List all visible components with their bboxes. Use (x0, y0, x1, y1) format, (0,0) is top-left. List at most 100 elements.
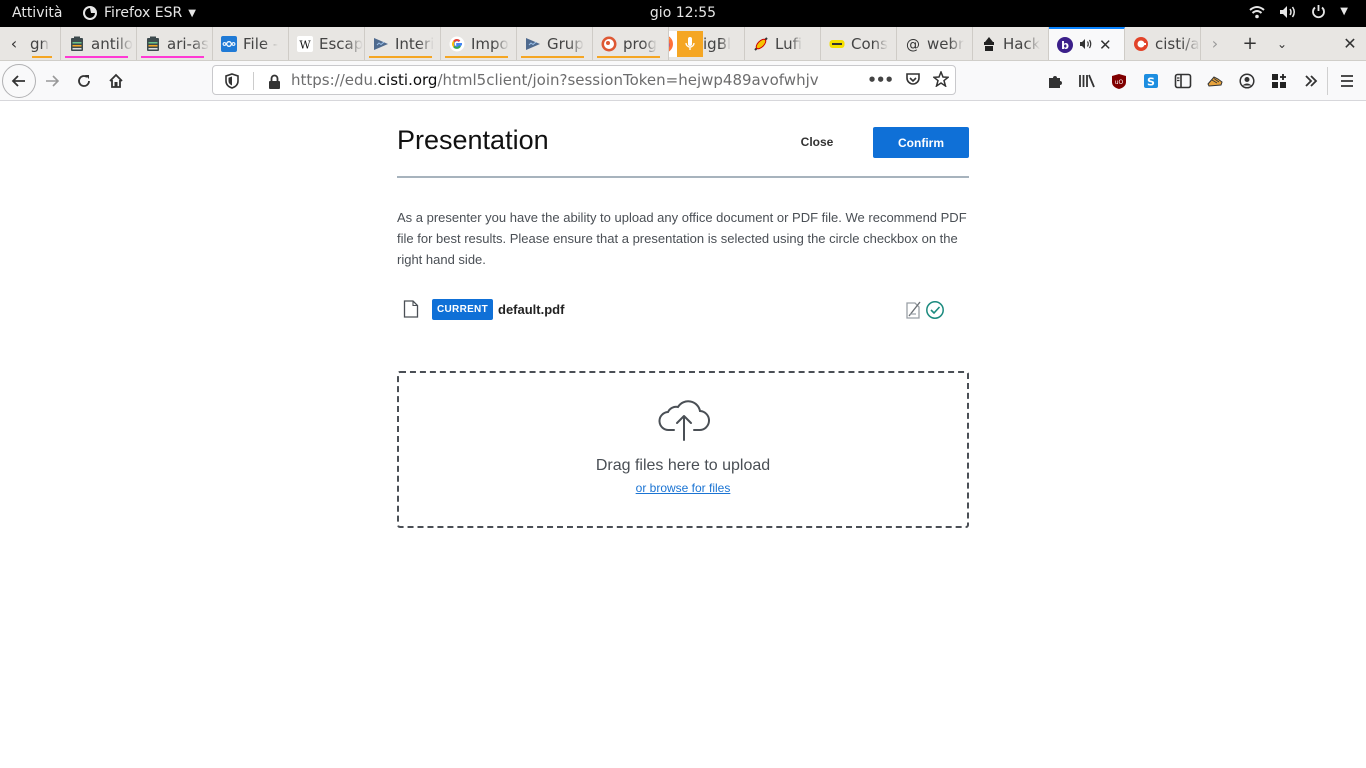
tab-indicator-line (141, 56, 204, 58)
reload-icon (78, 74, 90, 87)
tab-indicator-line (369, 56, 432, 58)
tab-label: cisti/a (1155, 34, 1200, 53)
W-favicon-icon: W (297, 35, 313, 52)
dialog-title: Presentation (397, 125, 549, 155)
duckduckgo-favicon-icon (601, 36, 617, 52)
app-menu-button[interactable] (1328, 65, 1366, 97)
svg-text:uO: uO (1115, 79, 1124, 86)
page-actions-menu-icon[interactable]: ••• (867, 71, 894, 89)
tab[interactable]: antilo (61, 27, 137, 60)
tab-label: Escap (319, 34, 364, 53)
tab-indicator-line (521, 56, 584, 58)
double-chevron-right-icon (1305, 75, 1318, 87)
hamburger-menu-icon (1341, 75, 1353, 87)
lock-icon[interactable] (268, 74, 281, 89)
gitlab-favicon-icon (1133, 36, 1149, 52)
library-button[interactable] (1071, 65, 1103, 97)
svg-text:b: b (1061, 39, 1069, 52)
wifi-icon (1249, 5, 1265, 18)
forward-button[interactable] (36, 65, 68, 97)
tab-label: File - (243, 34, 279, 53)
system-top-bar: Attività Firefox ESR ▼ gio 12:55 ▼ (0, 0, 1366, 27)
reload-button[interactable] (68, 65, 100, 97)
extension-shoe-button[interactable] (1199, 65, 1231, 97)
tab-label: prog (623, 34, 658, 53)
tab[interactable]: @ webr (897, 27, 973, 60)
notes-favicon-icon (145, 36, 161, 52)
new-tab-button[interactable]: + (1234, 33, 1266, 54)
tab-label: Impo (471, 34, 509, 53)
list-all-tabs-button[interactable]: ⌄ (1266, 37, 1298, 51)
file-dropzone[interactable]: Drag files here to upload or browse for … (397, 371, 969, 528)
tab[interactable]: prog (593, 27, 669, 60)
s-extension-icon: S (1144, 74, 1158, 89)
presentation-file-item: CURRENT default.pdf (397, 296, 969, 322)
close-window-button[interactable]: ✕ (1334, 34, 1366, 53)
activities-button[interactable]: Attività (12, 5, 62, 21)
tab[interactable]: Cons (821, 27, 897, 60)
tab-indicator-line (65, 56, 128, 58)
s-extension-button[interactable]: S (1135, 65, 1167, 97)
tab[interactable]: Grup (517, 27, 593, 60)
file-name: default.pdf (498, 301, 565, 317)
close-tab-icon[interactable]: ✕ (1099, 36, 1112, 54)
jitsi-favicon-icon (373, 36, 389, 52)
home-icon (109, 73, 123, 88)
browse-files-link[interactable]: or browse for files (636, 481, 731, 495)
file-icon (403, 300, 419, 318)
ublock-origin-button[interactable]: uO (1103, 65, 1135, 97)
tracking-protection-shield-icon[interactable] (225, 73, 239, 89)
tab[interactable]: Interi (365, 27, 441, 60)
url-text[interactable]: https://edu.cisti.org/html5client/join?s… (291, 71, 819, 89)
dialog-header: Presentation Close Confirm (397, 101, 969, 178)
tab[interactable]: Hack (973, 27, 1049, 60)
sidebar-button[interactable] (1167, 65, 1199, 97)
current-badge: CURRENT (432, 298, 493, 320)
bookmark-star-icon[interactable] (933, 71, 949, 87)
navigation-toolbar: https://edu.cisti.org/html5client/join?s… (0, 61, 1366, 101)
confirm-button[interactable]: Confirm (873, 127, 969, 158)
microphone-sharing-icon[interactable] (677, 30, 703, 57)
back-button[interactable] (2, 63, 36, 98)
grid-plus-icon (1272, 74, 1286, 88)
scroll-tabs-right-button[interactable]: › (1201, 27, 1229, 60)
tab-active[interactable]: b ✕ (1049, 27, 1125, 60)
tab[interactable]: ari-as (137, 27, 213, 60)
account-icon (1239, 73, 1255, 89)
overflow-menu-button[interactable] (1295, 65, 1327, 97)
ublock-shield-icon: uO (1112, 73, 1126, 89)
tab[interactable]: igBl (669, 27, 745, 60)
select-presentation-check-icon[interactable] (925, 300, 945, 320)
download-disabled-icon[interactable] (905, 300, 923, 320)
tab[interactable]: Lufi (745, 27, 821, 60)
svg-text:S: S (1147, 76, 1155, 89)
notes-favicon-icon (69, 36, 85, 52)
tab-label: igBl (703, 34, 732, 53)
extensions-button[interactable] (1039, 65, 1071, 97)
tab[interactable]: W Escap (289, 27, 365, 60)
tab[interactable]: Impo (441, 27, 517, 60)
chevron-down-icon: ▼ (188, 7, 196, 19)
app-menu[interactable]: Firefox ESR ▼ (82, 5, 196, 21)
home-button[interactable] (100, 65, 132, 97)
tab-audio-playing-icon[interactable] (1079, 36, 1093, 54)
tab-label: ari-as (167, 34, 209, 53)
tab-label: antilo (91, 34, 134, 53)
close-button[interactable]: Close (791, 127, 843, 157)
account-button[interactable] (1231, 65, 1263, 97)
system-tray[interactable]: ▼ (1249, 4, 1348, 19)
tab-label: webr (927, 34, 965, 53)
pocket-icon[interactable] (905, 71, 921, 87)
G-favicon-icon (449, 36, 465, 52)
tab-label: gn (30, 34, 50, 53)
url-bar[interactable]: https://edu.cisti.org/html5client/join?s… (212, 65, 956, 95)
tab-label: Cons (851, 34, 888, 53)
extension-grid-button[interactable] (1263, 65, 1295, 97)
tab[interactable]: gn (28, 27, 61, 60)
scroll-tabs-left-button[interactable]: ‹ (0, 27, 28, 60)
svg-text:@: @ (906, 37, 920, 52)
clock[interactable]: gio 12:55 (650, 5, 716, 21)
tab[interactable]: File - (213, 27, 289, 60)
tab[interactable]: cisti/a (1125, 27, 1201, 60)
tab-strip: ‹ gn antilo ari-as File - W Escap Interi Impo Gr… (0, 27, 1366, 61)
